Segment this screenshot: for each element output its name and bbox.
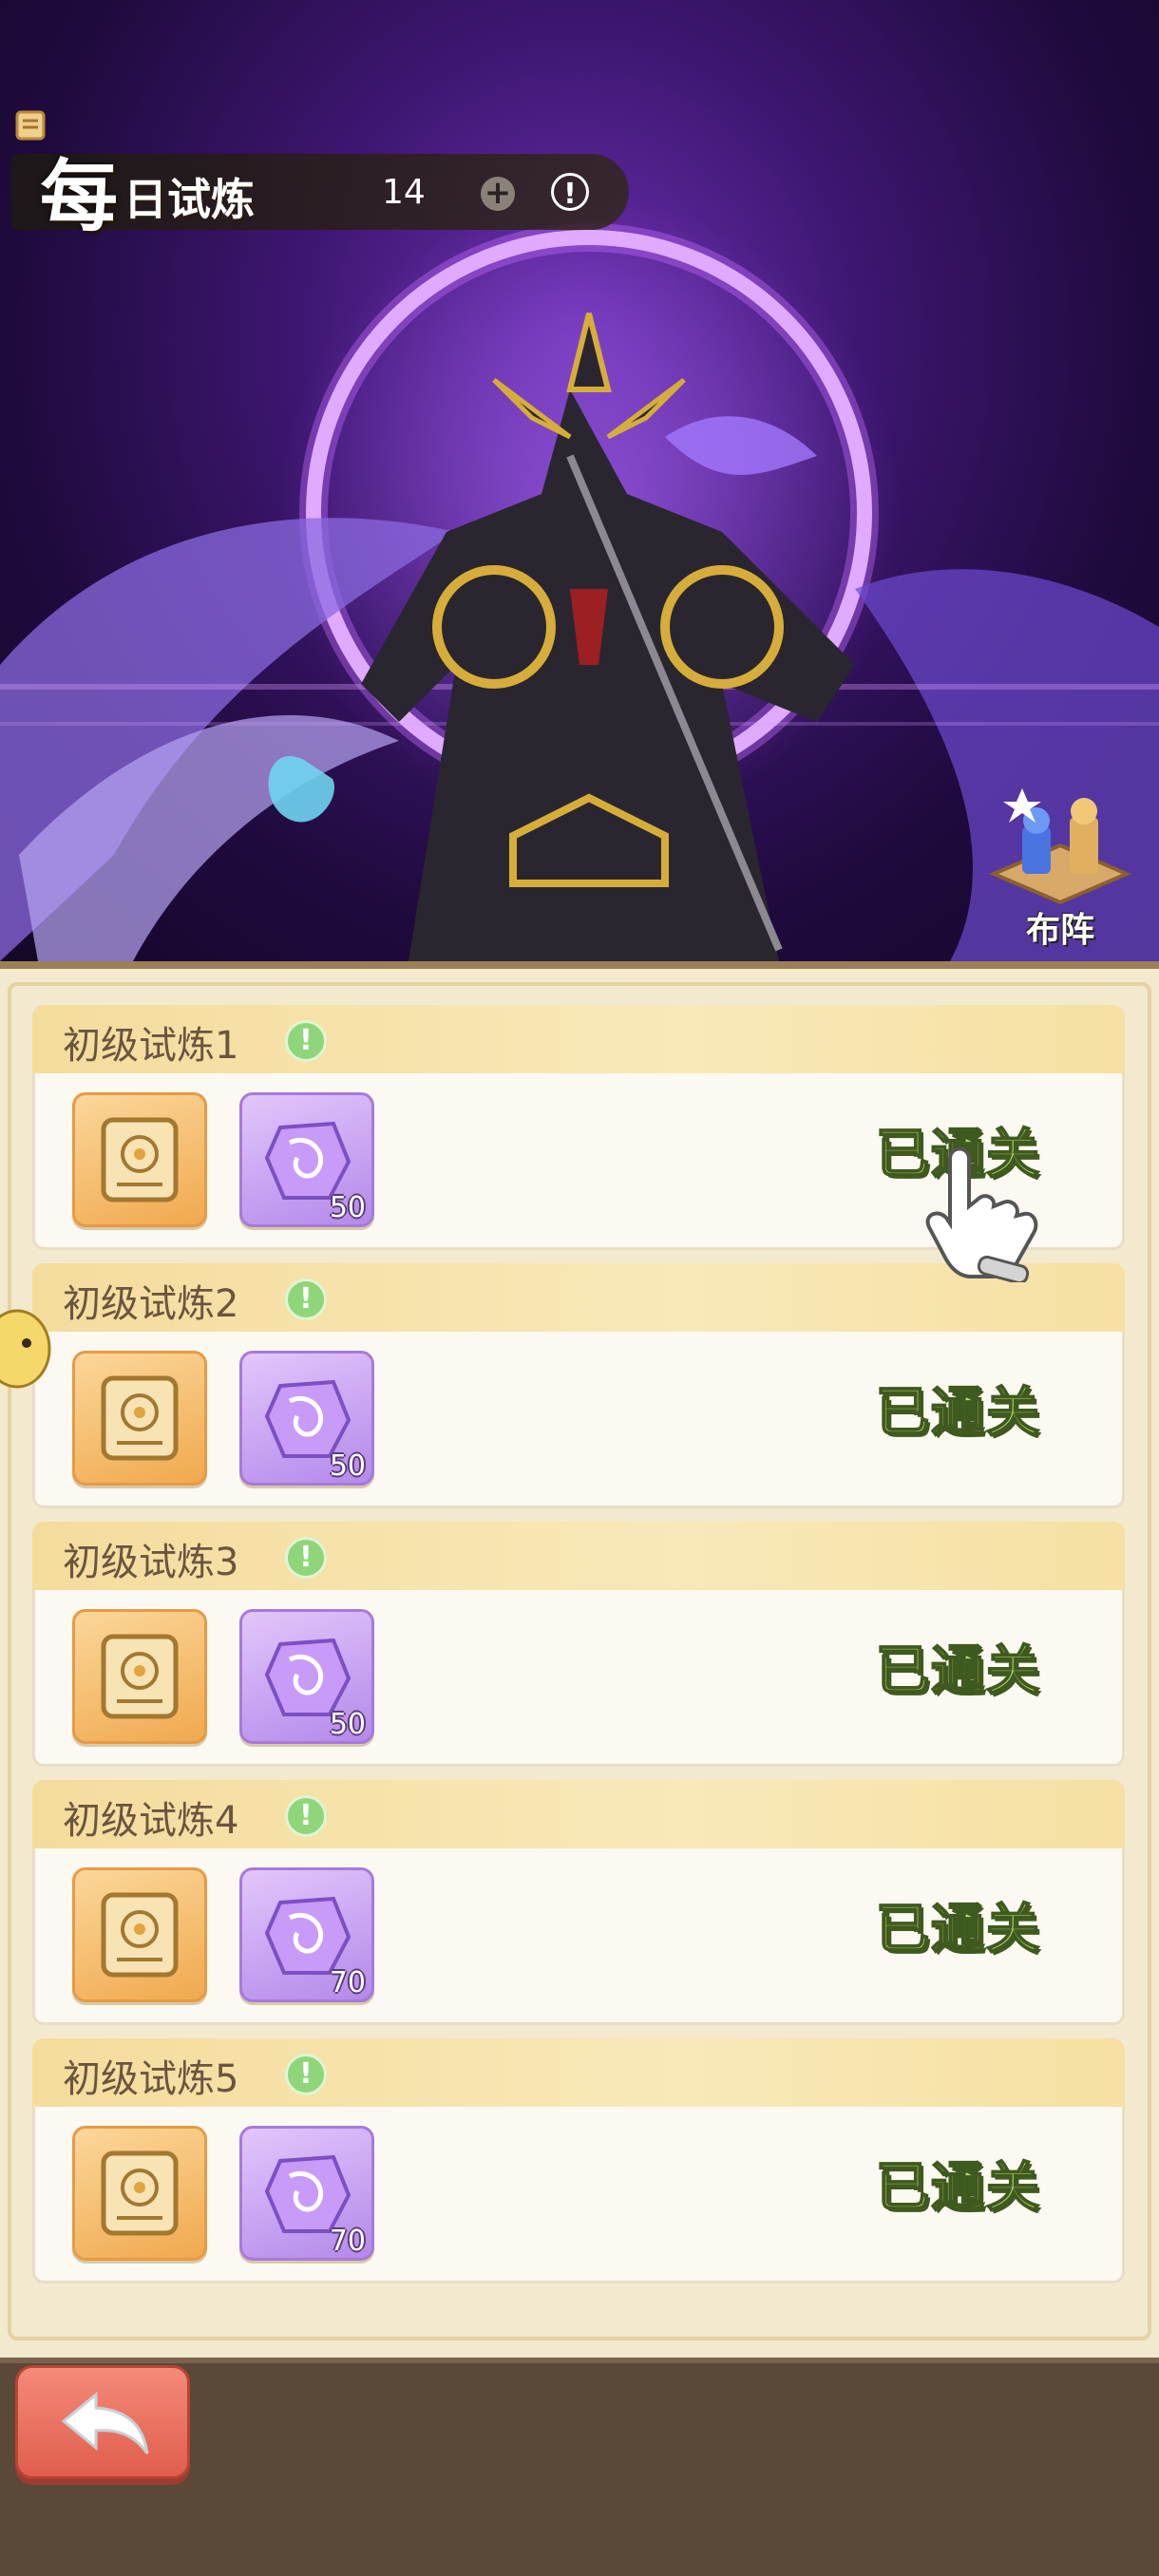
scroll-reward-icon[interactable] — [72, 1092, 207, 1227]
gem-reward[interactable]: 70 — [239, 2126, 374, 2261]
gem-reward[interactable]: 70 — [239, 1867, 374, 2002]
scroll-reward-icon[interactable] — [72, 2126, 207, 2261]
trial-row-header: 初级试炼3 ! — [32, 1522, 1125, 1590]
gem-quantity: 50 — [329, 1708, 366, 1741]
formation-button[interactable]: 布阵 — [984, 779, 1136, 950]
gem-quantity: 70 — [329, 1966, 366, 1999]
trial-title: 初级试炼5 — [63, 2057, 239, 2101]
chess-pieces-icon — [988, 788, 1132, 905]
trial-title: 初级试炼3 — [63, 1541, 239, 1584]
info-button[interactable]: ! — [551, 173, 589, 211]
gem-quantity: 50 — [329, 1449, 366, 1483]
add-ticket-button[interactable]: + — [481, 177, 515, 211]
formation-label: 布阵 — [1025, 911, 1094, 950]
title-bar: 每 日试炼 14 + ! — [11, 106, 629, 242]
trial-row: 初级试炼5 ! 70 已通关 — [32, 2038, 1125, 2283]
ticket-count: 14 — [382, 173, 426, 212]
scroll-reward-icon[interactable] — [72, 1867, 207, 2002]
trial-row: 初级试炼3 ! 50 已通关 — [32, 1522, 1125, 1767]
trial-title: 初级试炼1 — [63, 1024, 239, 1068]
back-arrow-icon — [61, 2391, 149, 2454]
gem-reward[interactable]: 50 — [239, 1609, 374, 1744]
page-title-big: 每 — [40, 151, 119, 242]
trial-title: 初级试炼2 — [63, 1282, 239, 1326]
trial-info-icon[interactable]: ! — [285, 1795, 327, 1837]
trial-info-icon[interactable]: ! — [285, 2054, 327, 2095]
trial-row-header: 初级试炼5 ! — [32, 2038, 1125, 2107]
gem-quantity: 70 — [329, 2225, 366, 2258]
cleared-status: 已通关 — [875, 2156, 1041, 2220]
scroll-reward-icon[interactable] — [72, 1609, 207, 1744]
trial-row: 初级试炼2 ! 50 已通关 — [32, 1263, 1125, 1508]
cleared-status: 已通关 — [875, 1639, 1041, 1703]
gem-quantity: 50 — [329, 1191, 366, 1224]
cleared-status: 已通关 — [875, 1381, 1041, 1445]
trial-row-header: 初级试炼1 ! — [32, 1005, 1125, 1073]
boss-banner: 每 日试炼 14 + ! 布阵 — [0, 0, 1159, 961]
gem-reward[interactable]: 50 — [239, 1351, 374, 1486]
scroll-reward-icon[interactable] — [72, 1351, 207, 1486]
trial-row-header: 初级试炼4 ! — [32, 1780, 1125, 1848]
cleared-status: 已通关 — [875, 1898, 1041, 1961]
trial-row: 初级试炼4 ! 70 已通关 — [32, 1780, 1125, 2025]
tutorial-hand-pointer-icon — [925, 1146, 1038, 1282]
trial-info-icon[interactable]: ! — [285, 1537, 327, 1579]
side-mascot-icon — [0, 1309, 51, 1389]
trial-info-icon[interactable]: ! — [285, 1020, 327, 1062]
gem-reward[interactable]: 50 — [239, 1092, 374, 1227]
trial-info-icon[interactable]: ! — [285, 1279, 327, 1320]
scroll-ticket-icon — [15, 110, 46, 141]
trial-title: 初级试炼4 — [63, 1799, 239, 1843]
page-title: 日试炼 — [124, 174, 255, 225]
back-button[interactable] — [15, 2365, 190, 2479]
